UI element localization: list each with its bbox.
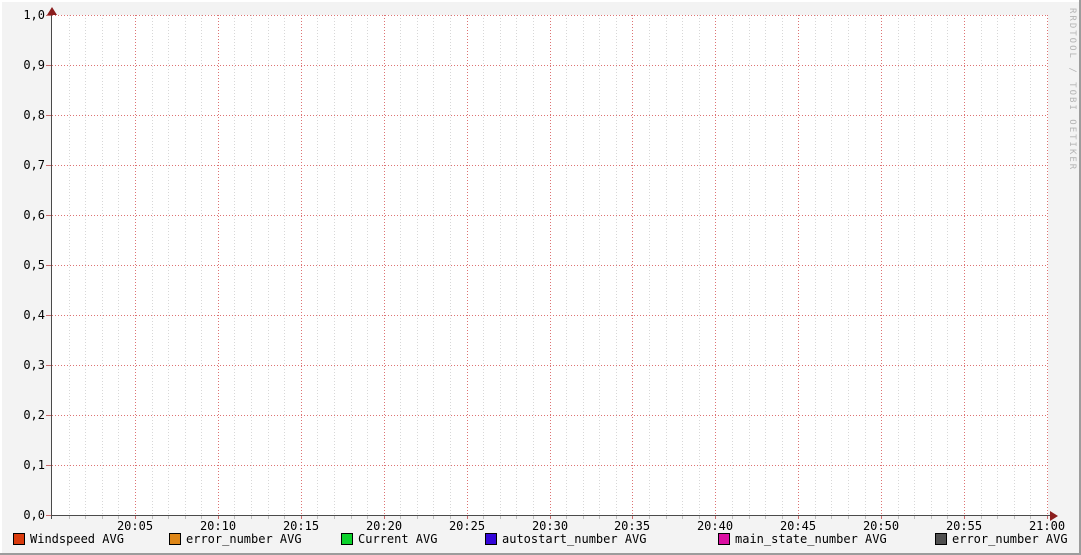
legend-label: error_number AVG [952, 532, 1068, 546]
y-axis-tick-label: 0,4 [23, 308, 45, 322]
y-major-gridline [52, 115, 1048, 116]
x-minor-tick [69, 516, 70, 519]
legend-label: autostart_number AVG [502, 532, 647, 546]
legend-item: Windspeed AVG [13, 532, 124, 546]
x-minor-tick [831, 516, 832, 519]
y-axis-tick-label: 0,3 [23, 358, 45, 372]
x-axis-tick-label: 21:00 [1028, 519, 1066, 533]
x-axis-tick-label: 20:35 [613, 519, 651, 533]
x-axis-tick-label: 20:20 [365, 519, 403, 533]
y-major-gridline [52, 265, 1048, 266]
y-major-gridline [52, 165, 1048, 166]
x-minor-tick [251, 516, 252, 519]
y-major-gridline [52, 465, 1048, 466]
x-axis-tick-label: 20:10 [199, 519, 237, 533]
x-axis-tick-label: 20:15 [282, 519, 320, 533]
y-major-gridline [52, 15, 1048, 16]
x-minor-tick [848, 516, 849, 519]
x-minor-tick [268, 516, 269, 519]
x-minor-tick [914, 516, 915, 519]
y-major-gridline [52, 365, 1048, 366]
x-minor-tick [417, 516, 418, 519]
x-minor-tick [997, 516, 998, 519]
legend-label: Current AVG [358, 532, 438, 546]
y-axis-arrow-icon [47, 7, 57, 15]
x-minor-tick [334, 516, 335, 519]
x-minor-tick [102, 516, 103, 519]
y-axis-tick-label: 0,0 [23, 508, 45, 522]
x-axis-tick-label: 20:25 [448, 519, 486, 533]
x-axis-tick-label: 20:30 [531, 519, 569, 533]
y-axis-tick-label: 0,8 [23, 108, 45, 122]
x-minor-tick [682, 516, 683, 519]
x-minor-tick [85, 516, 86, 519]
y-major-gridline [52, 415, 1048, 416]
x-minor-tick [1014, 516, 1015, 519]
y-major-gridline [52, 315, 1048, 316]
legend-label: error_number AVG [186, 532, 302, 546]
legend-item: main_state_number AVG [718, 532, 887, 546]
rrd-graph: 20:05 20:10 20:15 20:20 20:25 20:30 20:35 20:40… [0, 0, 1081, 555]
x-minor-tick [749, 516, 750, 519]
rrdtool-watermark: RRDTOOL / TOBI OETIKER [1067, 8, 1077, 172]
y-major-gridline [52, 65, 1048, 66]
y-major-gridline [52, 215, 1048, 216]
x-minor-tick [516, 516, 517, 519]
x-minor-tick [931, 516, 932, 519]
x-minor-tick [599, 516, 600, 519]
legend-swatch-icon [169, 533, 181, 545]
legend-item: error_number AVG [169, 532, 302, 546]
x-minor-tick [351, 516, 352, 519]
legend-swatch-icon [485, 533, 497, 545]
legend-label: main_state_number AVG [735, 532, 887, 546]
legend-swatch-icon [341, 533, 353, 545]
x-minor-tick [583, 516, 584, 519]
x-axis-tick-label: 20:40 [696, 519, 734, 533]
y-axis-tick-label: 0,7 [23, 158, 45, 172]
legend-label: Windspeed AVG [30, 532, 124, 546]
y-axis-tick-label: 0,6 [23, 208, 45, 222]
legend-item: autostart_number AVG [485, 532, 647, 546]
y-axis-tick-label: 0,2 [23, 408, 45, 422]
legend-swatch-icon [935, 533, 947, 545]
y-axis-tick-label: 0,5 [23, 258, 45, 272]
x-axis-tick-label: 20:45 [779, 519, 817, 533]
x-minor-tick [185, 516, 186, 519]
legend-item: error_number AVG [935, 532, 1068, 546]
y-axis-tick-label: 1,0 [23, 8, 45, 22]
y-axis-tick-label: 0,9 [23, 58, 45, 72]
x-axis-tick-label: 20:05 [116, 519, 154, 533]
legend-item: Current AVG [341, 532, 437, 546]
x-minor-tick [433, 516, 434, 519]
x-minor-tick [666, 516, 667, 519]
legend-swatch-icon [13, 533, 25, 545]
x-axis-tick-label: 20:50 [862, 519, 900, 533]
x-minor-tick [765, 516, 766, 519]
x-axis-tick-label: 20:55 [945, 519, 983, 533]
y-axis-tick-label: 0,1 [23, 458, 45, 472]
x-axis [51, 515, 1053, 516]
y-axis [51, 13, 52, 519]
x-minor-tick [500, 516, 501, 519]
legend-swatch-icon [718, 533, 730, 545]
x-minor-tick [168, 516, 169, 519]
